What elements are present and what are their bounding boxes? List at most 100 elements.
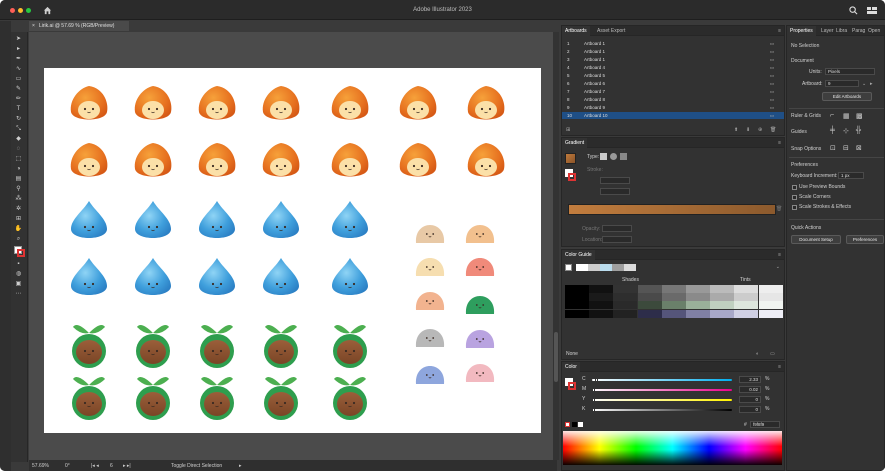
character-eye[interactable] xyxy=(83,349,87,353)
symbol-sprayer-tool-icon[interactable]: ✲ xyxy=(14,205,23,213)
color-variation-swatch[interactable] xyxy=(637,309,662,318)
character-eye[interactable] xyxy=(211,401,215,405)
seed-leaf[interactable] xyxy=(334,325,350,334)
character-eye[interactable] xyxy=(219,225,223,229)
color-variation-swatch[interactable] xyxy=(686,293,710,302)
character-eye[interactable] xyxy=(475,304,478,306)
edit-colors-icon[interactable]: ◐ xyxy=(756,351,759,357)
pixel-grid-icon[interactable]: ▩ xyxy=(856,112,863,120)
artboard-list-item[interactable]: 7 Artboard 7 ▭ xyxy=(562,88,784,95)
color-stroke-box[interactable] xyxy=(568,382,576,390)
blob-character[interactable] xyxy=(415,292,445,310)
fire-character[interactable] xyxy=(262,143,300,177)
seed-leaf[interactable] xyxy=(350,325,366,334)
seed-leaf[interactable] xyxy=(73,325,89,334)
channel-slider-thumb[interactable] xyxy=(595,378,599,382)
artboard-list-item[interactable]: 3 Artboard 1 ▭ xyxy=(562,56,784,63)
seed-leaf[interactable] xyxy=(217,377,233,386)
harmony-dropdown-icon[interactable]: ⌄ xyxy=(776,264,780,270)
artboard-prev-icon[interactable]: |◂ ◂ xyxy=(91,463,99,469)
character-eye[interactable] xyxy=(344,349,348,353)
blob-character[interactable] xyxy=(415,225,445,243)
status-arrow-icon[interactable]: ▸ xyxy=(239,463,242,469)
artboard-options-icon[interactable]: ▭ xyxy=(770,112,774,119)
color-variation-swatch[interactable] xyxy=(758,309,783,318)
character-eye[interactable] xyxy=(420,164,424,168)
blob-character[interactable] xyxy=(465,225,495,243)
seed-leaf[interactable] xyxy=(217,325,233,334)
artboard-list-item[interactable]: 6 Artboard 6 ▭ xyxy=(562,80,784,87)
character-eye[interactable] xyxy=(147,164,151,168)
character-eye[interactable] xyxy=(83,401,87,405)
artboard-list-item[interactable]: 4 Artboard 4 ▭ xyxy=(562,64,784,71)
document-setup-button[interactable]: Document Setup xyxy=(791,235,841,244)
character-eye[interactable] xyxy=(425,374,428,376)
rectangle-tool-icon[interactable]: ▭ xyxy=(14,75,23,83)
fire-face[interactable] xyxy=(78,101,100,119)
character-eye[interactable] xyxy=(283,107,287,111)
color-variation-swatch[interactable] xyxy=(686,309,710,318)
rearrange-icon[interactable]: ⊞ xyxy=(566,127,570,133)
water-character[interactable] xyxy=(135,201,171,238)
tab-properties[interactable]: Properties xyxy=(787,26,816,36)
color-variation-swatch[interactable] xyxy=(661,309,686,318)
character-eye[interactable] xyxy=(412,164,416,168)
artboard-options-icon[interactable]: ▭ xyxy=(770,48,774,55)
artboard-list-item[interactable]: 10 Artboard 10 ▭ xyxy=(562,112,784,119)
seed-leaf[interactable] xyxy=(89,377,105,386)
workspace-icon[interactable] xyxy=(867,7,877,14)
character-eye[interactable] xyxy=(147,282,151,286)
blob-character[interactable] xyxy=(465,258,495,276)
character-eye[interactable] xyxy=(219,164,223,168)
delete-artboard-icon[interactable]: 🗑 xyxy=(770,127,776,133)
character-eye[interactable] xyxy=(432,300,435,302)
seed-character[interactable] xyxy=(76,340,102,364)
channel-value-field[interactable]: 0 xyxy=(739,396,761,403)
seed-leaf[interactable] xyxy=(350,377,366,386)
character-eye[interactable] xyxy=(83,164,87,168)
channel-slider-thumb[interactable] xyxy=(592,388,596,392)
artboard-options-icon[interactable]: ▭ xyxy=(770,80,774,87)
seed-leaf[interactable] xyxy=(201,325,217,334)
blob-character[interactable] xyxy=(415,329,445,347)
scale-tool-icon[interactable]: ⤡ xyxy=(14,125,23,133)
warp-tool-icon[interactable]: ◌ xyxy=(14,145,23,153)
stroke-swatch[interactable] xyxy=(17,249,25,257)
water-character[interactable] xyxy=(199,258,235,295)
type-tool-icon[interactable]: T xyxy=(14,105,23,113)
seed-character[interactable] xyxy=(140,340,166,364)
artboard-select[interactable]: 9 xyxy=(825,80,859,87)
color-variation-swatch[interactable] xyxy=(589,309,614,318)
color-variation-swatch[interactable] xyxy=(710,293,735,302)
water-character[interactable] xyxy=(71,201,107,238)
none-color-swatch[interactable] xyxy=(565,422,570,427)
harmony-swatch[interactable] xyxy=(588,264,600,271)
artboard-list-item[interactable]: 5 Artboard 5 ▭ xyxy=(562,72,784,79)
channel-slider[interactable] xyxy=(592,398,732,402)
color-variation-swatch[interactable] xyxy=(565,285,589,293)
artboard-next-icon[interactable]: ▸ xyxy=(870,81,873,87)
character-eye[interactable] xyxy=(344,282,348,286)
character-eye[interactable] xyxy=(425,337,428,339)
character-eye[interactable] xyxy=(480,164,484,168)
character-eye[interactable] xyxy=(475,372,478,374)
seed-character[interactable] xyxy=(76,392,102,416)
character-eye[interactable] xyxy=(425,233,428,235)
character-eye[interactable] xyxy=(482,266,485,268)
artboard-options-icon[interactable]: ▭ xyxy=(770,104,774,111)
character-eye[interactable] xyxy=(91,107,95,111)
character-eye[interactable] xyxy=(432,233,435,235)
fire-face[interactable] xyxy=(339,158,361,176)
water-character[interactable] xyxy=(263,201,299,238)
color-variation-swatch[interactable] xyxy=(710,285,735,293)
seed-leaf[interactable] xyxy=(89,325,105,334)
black-swatch[interactable] xyxy=(572,422,577,427)
color-variation-swatch[interactable] xyxy=(565,309,589,318)
location-field[interactable] xyxy=(602,236,632,243)
stroke-box[interactable] xyxy=(568,173,576,181)
move-up-icon[interactable]: ⬆ xyxy=(734,127,738,133)
seed-leaf[interactable] xyxy=(73,377,89,386)
move-down-icon[interactable]: ⬇ xyxy=(746,127,750,133)
hamburger-icon[interactable]: ≡ xyxy=(778,140,781,146)
blob-character[interactable] xyxy=(415,366,445,384)
